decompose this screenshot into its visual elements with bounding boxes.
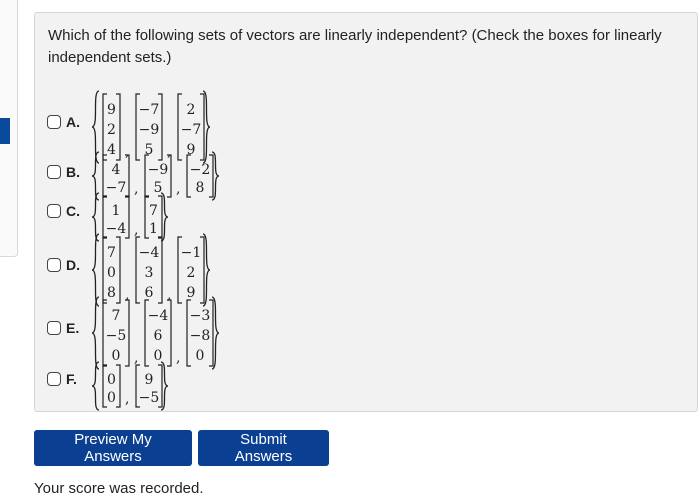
preview-answers-button[interactable]: Preview My Answers: [34, 430, 192, 466]
option-a-vector-set: 924 ,−7−95,2−79: [91, 90, 211, 164]
vector-entry: −5: [139, 390, 160, 406]
vector-entry: −2: [190, 162, 211, 178]
vector-entry: 7: [149, 203, 158, 219]
option-d-vector-set: 708 ,−436 ,−129: [91, 233, 211, 307]
vector-entry: 7: [112, 308, 121, 324]
vector-entry: −4: [139, 245, 160, 261]
option-f-label: F.: [66, 371, 77, 387]
vector-entry: −1: [181, 245, 202, 261]
vector-entry: 0: [107, 390, 116, 406]
option-c-checkbox[interactable]: [47, 204, 61, 218]
question-prompt: Which of the following sets of vectors a…: [48, 27, 662, 66]
vector-entry: 9: [145, 372, 154, 388]
vector-entry: 3: [145, 265, 154, 281]
option-b-label: B.: [66, 164, 80, 180]
vector-entry: 2: [187, 102, 196, 118]
vector-entry: −9: [139, 122, 160, 138]
vector-entry: 2: [187, 265, 196, 281]
option-a-checkbox[interactable]: [47, 115, 61, 129]
option-d-label: D.: [66, 257, 80, 273]
vector-entry: 2: [107, 122, 116, 138]
vector-entry: −7: [181, 122, 202, 138]
vector-entry: −7: [139, 102, 160, 118]
option-f-vector-set: 0 0, 9 −5: [91, 361, 169, 411]
vector-entry: 4: [112, 162, 121, 178]
score-status-message: Your score was recorded.: [34, 480, 204, 497]
question-panel: Which of the following sets of vectors a…: [34, 12, 698, 412]
vector-entry: 7: [107, 245, 116, 261]
vector-entry: −9: [148, 162, 169, 178]
option-d-checkbox[interactable]: [47, 258, 61, 272]
vector-entry: −8: [190, 328, 211, 344]
vector-entry: 0: [107, 265, 116, 281]
vector-entry: 1: [112, 203, 121, 219]
option-c-label: C.: [66, 203, 80, 219]
vector-entry: 6: [154, 328, 163, 344]
option-e-label: E.: [66, 320, 80, 336]
option-e-checkbox[interactable]: [47, 321, 61, 335]
vector-separator-comma: ,: [125, 391, 129, 407]
vector-entry: 9: [107, 102, 116, 118]
vector-entry: −3: [190, 308, 211, 324]
vector-entry: −4: [148, 308, 169, 324]
open-brace: [91, 361, 100, 411]
submit-answers-button[interactable]: Submit Answers: [198, 430, 329, 466]
vector-entry: 0: [107, 372, 116, 388]
option-e-vector-set: 7−50 ,−460 ,−3−80: [91, 296, 220, 370]
option-a-label: A.: [66, 114, 80, 130]
vector-entry: −5: [106, 328, 127, 344]
left-accent-bar: [0, 118, 10, 144]
option-b-checkbox[interactable]: [47, 165, 61, 179]
option-f-checkbox[interactable]: [47, 372, 61, 386]
